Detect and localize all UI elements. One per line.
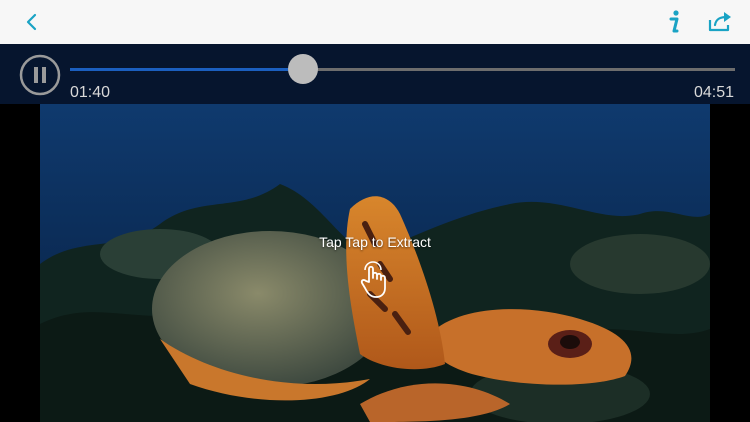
video-player[interactable]: 01:40 04:51 Tap Tap to Extract — [0, 44, 750, 422]
pause-icon — [19, 54, 61, 96]
pause-button[interactable] — [19, 54, 61, 96]
extract-hint-label: Tap Tap to Extract — [319, 234, 431, 250]
seek-bar[interactable] — [70, 68, 735, 71]
tap-hand-icon — [360, 261, 386, 298]
seek-bar-handle[interactable] — [287, 54, 318, 84]
top-nav-bar — [0, 0, 750, 44]
current-time: 01:40 — [70, 84, 111, 101]
share-button[interactable] — [700, 0, 740, 44]
share-icon — [708, 12, 731, 32]
tap-extract-target[interactable] — [356, 256, 396, 300]
chevron-left-icon — [26, 13, 37, 31]
seek-bar-progress — [70, 68, 303, 71]
back-button[interactable] — [14, 0, 50, 44]
info-button[interactable] — [656, 0, 692, 44]
total-duration: 04:51 — [693, 84, 734, 101]
info-icon — [669, 10, 679, 33]
playback-controls: 01:40 04:51 — [0, 44, 750, 104]
